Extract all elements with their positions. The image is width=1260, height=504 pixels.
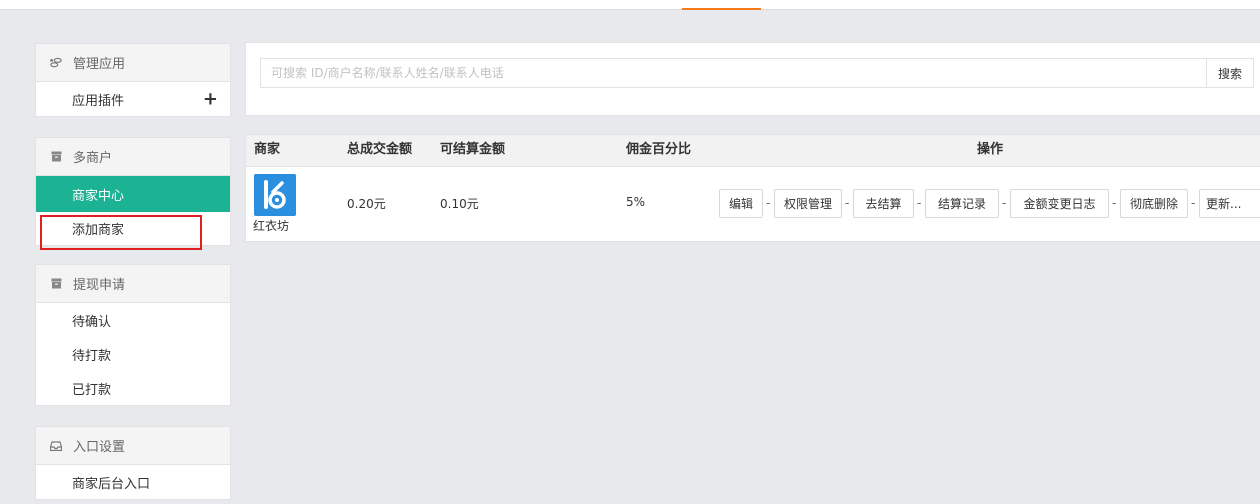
- panel-title-merchants: 多商户: [73, 151, 113, 166]
- edit-button[interactable]: 编辑: [719, 189, 763, 218]
- archive-icon: [49, 151, 63, 162]
- separator: -: [1191, 196, 1196, 210]
- panel-header-withdraw: 提现申请: [36, 265, 230, 303]
- search-card: 搜索: [245, 42, 1260, 116]
- sidebar-item-label: 应用插件: [72, 93, 125, 109]
- table-row: 红衣坊 0.20元 0.10元 5% 编辑 - 权限管理 - 去结算 - 结算记…: [246, 167, 1260, 241]
- sidebar-item-merchant-center[interactable]: 商家中心: [36, 176, 230, 212]
- column-header-actions: 操作: [977, 142, 1004, 157]
- panel-header-merchants: 多商户: [36, 138, 230, 176]
- table-header: 商家 总成交金额 可结算金额 佣金百分比 操作: [246, 135, 1260, 167]
- column-header-commission: 佣金百分比: [626, 142, 692, 157]
- separator: -: [1002, 196, 1007, 210]
- separator: -: [1112, 196, 1117, 210]
- delete-permanently-button[interactable]: 彻底删除: [1120, 189, 1188, 218]
- merchant-logo: [254, 174, 296, 216]
- sidebar-item-label: 已打款: [72, 382, 112, 398]
- sidebar-item-label: 商家后台入口: [72, 476, 151, 492]
- settlement-records-button[interactable]: 结算记录: [925, 189, 999, 218]
- plus-icon[interactable]: +: [203, 89, 218, 110]
- separator: -: [766, 196, 771, 210]
- sidebar-item-merchant-backend-entry[interactable]: 商家后台入口: [36, 465, 230, 499]
- sidebar-panel-withdraw: 提现申请 待确认 待打款 已打款: [35, 264, 231, 406]
- column-header-total-amount: 总成交金额: [347, 142, 413, 157]
- top-nav-bar: [0, 0, 1260, 10]
- sidebar-item-pending-payment[interactable]: 待打款: [36, 337, 230, 371]
- search-button[interactable]: 搜索: [1206, 58, 1254, 88]
- sidebar-item-label: 待打款: [72, 348, 112, 364]
- sidebar-item-app-plugins[interactable]: 应用插件 +: [36, 82, 230, 116]
- archive-icon: [49, 278, 63, 289]
- panel-header-entry: 入口设置: [36, 427, 230, 465]
- highlight-box: [40, 215, 202, 250]
- more-button[interactable]: 更新...: [1199, 189, 1260, 218]
- merchant-name: 红衣坊: [253, 219, 290, 233]
- amount-change-log-button[interactable]: 金额变更日志: [1010, 189, 1109, 218]
- sidebar-item-label: 商家中心: [72, 188, 125, 204]
- sidebar-item-paid[interactable]: 已打款: [36, 371, 230, 405]
- column-header-settleable-amount: 可结算金额: [440, 142, 506, 157]
- column-header-merchant: 商家: [254, 142, 281, 157]
- search-input[interactable]: [260, 58, 1207, 88]
- sidebar-panel-apps: 管理应用 应用插件 +: [35, 43, 231, 117]
- active-tab-indicator: [682, 8, 761, 10]
- separator: -: [917, 196, 922, 210]
- sidebar-item-pending-confirm[interactable]: 待确认: [36, 303, 230, 337]
- panel-header-apps: 管理应用: [36, 44, 230, 82]
- sidebar-item-label: 待确认: [72, 314, 112, 330]
- commission-percent: 5%: [626, 195, 646, 209]
- sidebar-panel-entry: 入口设置 商家后台入口: [35, 426, 231, 500]
- coins-icon: [49, 56, 63, 70]
- panel-title-withdraw: 提现申请: [73, 278, 126, 293]
- panel-title-apps: 管理应用: [73, 57, 126, 72]
- inbox-icon: [49, 440, 63, 451]
- separator: -: [845, 196, 850, 210]
- settle-button[interactable]: 去结算: [853, 189, 914, 218]
- total-amount: 0.20元: [347, 197, 386, 211]
- merchant-table: 商家 总成交金额 可结算金额 佣金百分比 操作 红衣坊 0.20元 0.10元 …: [245, 134, 1260, 242]
- settleable-amount: 0.10元: [440, 197, 479, 211]
- permission-management-button[interactable]: 权限管理: [774, 189, 842, 218]
- panel-title-entry: 入口设置: [73, 440, 126, 455]
